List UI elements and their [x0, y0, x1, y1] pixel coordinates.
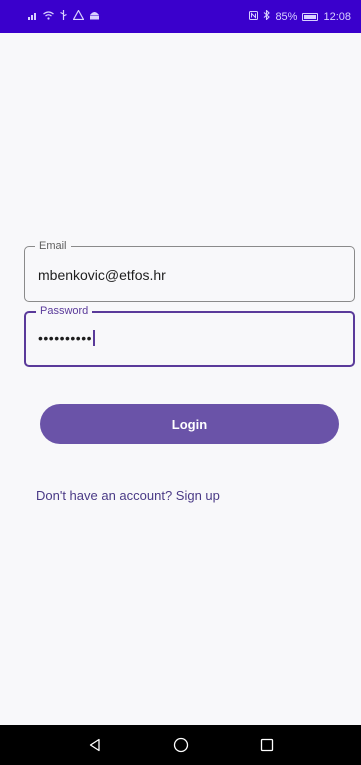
email-label: Email: [35, 239, 71, 253]
login-button[interactable]: Login: [40, 404, 339, 444]
signal-icon: [28, 11, 38, 23]
recents-icon[interactable]: [255, 733, 279, 757]
signup-link[interactable]: Don't have an account? Sign up: [36, 488, 220, 503]
password-input[interactable]: ••••••••••: [38, 330, 95, 346]
status-right: 85% 12:08: [249, 9, 351, 23]
back-icon[interactable]: [83, 733, 107, 757]
email-input[interactable]: mbenkovic@etfos.hr: [38, 267, 166, 283]
email-field[interactable]: Email mbenkovic@etfos.hr: [24, 239, 355, 302]
home-icon[interactable]: [169, 733, 193, 757]
clock: 12:08: [323, 10, 351, 23]
wifi-icon: [43, 10, 54, 23]
nfc-icon: [249, 10, 259, 23]
text-caret: [93, 330, 95, 346]
battery-percent: 85%: [275, 10, 298, 23]
status-bar: 85% 12:08: [0, 0, 361, 33]
status-left-icons: [28, 9, 100, 23]
navigation-bar: [0, 725, 361, 765]
password-label: Password: [36, 304, 93, 318]
usb-icon: [59, 10, 68, 23]
password-dots: ••••••••••: [38, 330, 93, 346]
password-field[interactable]: Password ••••••••••: [24, 304, 355, 367]
bluetooth-icon: [263, 9, 271, 23]
alert-icon: [72, 9, 85, 23]
battery-icon: [302, 12, 319, 21]
android-icon: [89, 10, 100, 23]
